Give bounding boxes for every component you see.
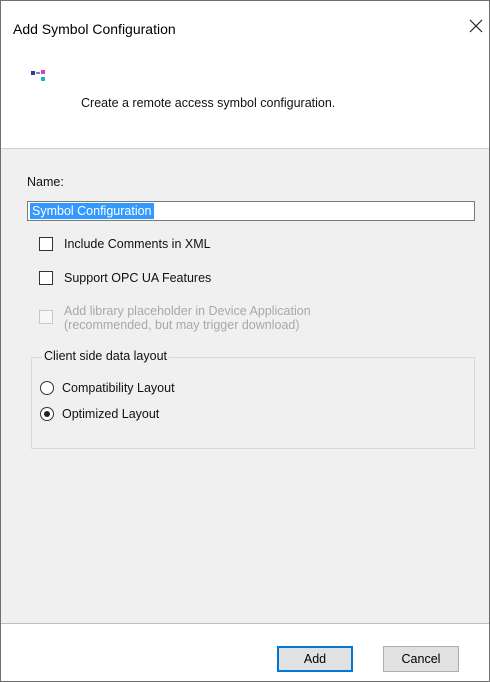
include-comments-label: Include Comments in XML <box>64 237 211 251</box>
cancel-button[interactable]: Cancel <box>383 646 459 672</box>
client-data-layout-group: Client side data layout Compatibility La… <box>31 349 475 449</box>
header-description: Create a remote access symbol configurat… <box>81 96 336 110</box>
optimized-layout-label: Optimized Layout <box>62 407 160 421</box>
name-label: Name: <box>27 175 64 189</box>
form-content: Name: Symbol Configuration Include Comme… <box>1 149 489 623</box>
radio-selected-dot <box>44 411 50 417</box>
compatibility-layout-radio[interactable] <box>40 381 54 395</box>
name-input-value: Symbol Configuration <box>30 203 154 219</box>
support-opc-ua-checkbox-row[interactable]: Support OPC UA Features <box>39 271 211 285</box>
add-library-placeholder-label-line2: (recommended, but may trigger download) <box>64 318 300 332</box>
symbol-configuration-icon <box>31 70 45 81</box>
dialog-title: Add Symbol Configuration <box>13 21 176 37</box>
add-library-placeholder-checkbox <box>39 310 53 324</box>
add-symbol-configuration-dialog: Add Symbol Configuration Create a remote… <box>0 0 490 682</box>
close-button[interactable] <box>465 15 487 37</box>
add-button[interactable]: Add <box>277 646 353 672</box>
support-opc-ua-checkbox[interactable] <box>39 271 53 285</box>
include-comments-checkbox[interactable] <box>39 237 53 251</box>
close-icon <box>469 19 483 33</box>
compatibility-layout-label: Compatibility Layout <box>62 381 175 395</box>
title-bar: Add Symbol Configuration <box>1 1 489 57</box>
name-input[interactable]: Symbol Configuration <box>27 201 475 221</box>
optimized-layout-option[interactable]: Optimized Layout <box>40 407 159 421</box>
client-data-layout-label: Client side data layout <box>42 349 169 363</box>
add-library-placeholder-label-line1: Add library placeholder in Device Applic… <box>64 304 311 318</box>
support-opc-ua-label: Support OPC UA Features <box>64 271 212 285</box>
compatibility-layout-option[interactable]: Compatibility Layout <box>40 381 175 395</box>
dialog-footer: Add Cancel <box>1 623 489 681</box>
include-comments-checkbox-row[interactable]: Include Comments in XML <box>39 237 211 251</box>
optimized-layout-radio[interactable] <box>40 407 54 421</box>
header-banner: Create a remote access symbol configurat… <box>1 57 489 149</box>
add-library-placeholder-checkbox-row: Add library placeholder in Device Applic… <box>39 304 311 332</box>
add-library-placeholder-label: Add library placeholder in Device Applic… <box>64 304 311 332</box>
